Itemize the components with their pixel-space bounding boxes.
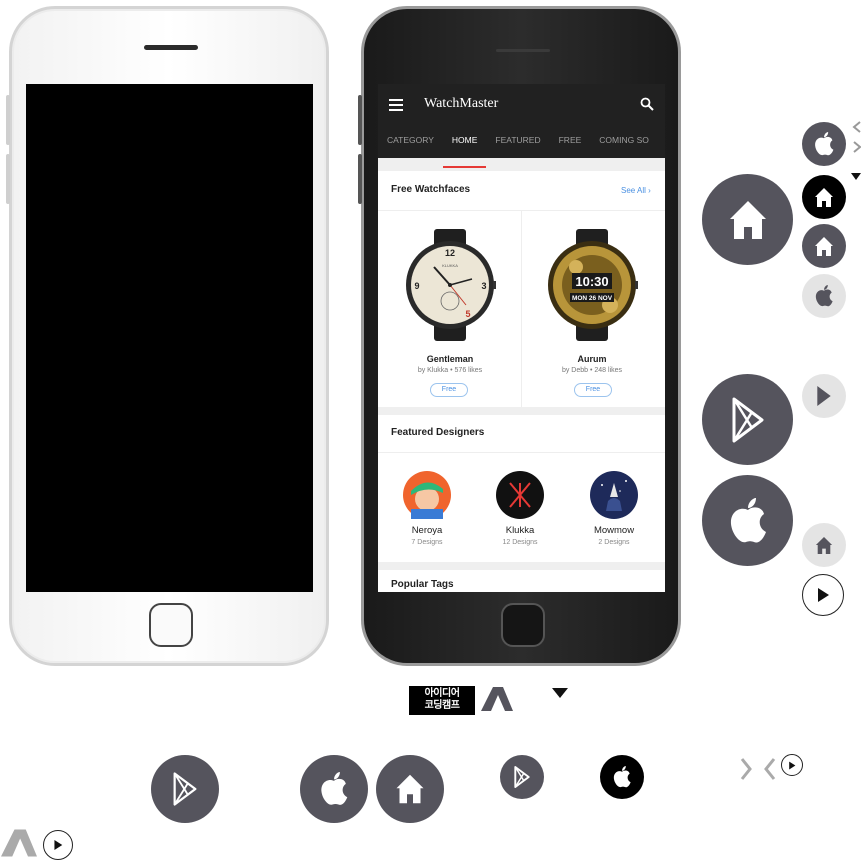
divider: [378, 452, 665, 453]
apple-icon[interactable]: [600, 755, 644, 799]
play-icon[interactable]: [43, 830, 73, 860]
brand-mark-icon: [481, 687, 513, 711]
designer-name: Neroya: [411, 525, 443, 536]
menu-icon[interactable]: [389, 99, 403, 111]
designer-avatar: [590, 471, 638, 519]
home-icon[interactable]: [376, 755, 444, 823]
free-watchfaces-section: Free Watchfaces See All › 12 3 9 5 KLUKK…: [378, 171, 665, 407]
tab-category[interactable]: CATEGORY: [378, 132, 443, 158]
play-icon[interactable]: [781, 754, 803, 776]
designer-count: 7 Designs: [411, 539, 443, 546]
home-icon[interactable]: [802, 175, 846, 219]
volume-button: [358, 154, 362, 204]
designer-avatar: [496, 471, 544, 519]
svg-text:3: 3: [481, 281, 486, 291]
home-icon[interactable]: [802, 224, 846, 268]
play-store-icon[interactable]: [702, 374, 793, 465]
see-all-link[interactable]: See All ›: [621, 186, 651, 195]
svg-text:MON 26 NOV: MON 26 NOV: [572, 295, 613, 302]
apple-icon[interactable]: [702, 475, 793, 566]
free-badge-button[interactable]: Free: [574, 383, 612, 397]
watchface-card-gentleman[interactable]: 12 3 9 5 KLUKKA Gentleman by Klukka • 57…: [378, 211, 521, 407]
section-title: Free Watchfaces: [391, 184, 471, 195]
black-phone-mockup: WatchMaster CATEGORY HOME FEATURED FREE …: [358, 6, 681, 666]
phone-screen-blank: [26, 84, 313, 592]
home-icon[interactable]: [702, 174, 793, 265]
svg-text:5: 5: [465, 309, 470, 319]
home-button[interactable]: [149, 603, 193, 647]
play-store-icon[interactable]: [151, 755, 219, 823]
volume-button: [6, 154, 10, 204]
tab-free[interactable]: FREE: [550, 132, 591, 158]
play-store-icon[interactable]: [802, 374, 846, 418]
volume-button: [6, 95, 10, 145]
tab-featured[interactable]: FEATURED: [486, 132, 549, 158]
designer-name: Klukka: [505, 525, 535, 536]
caret-down-icon: [552, 688, 568, 698]
earpiece-speaker: [496, 49, 550, 52]
brand-logo: 아이디어 코딩캠프: [409, 686, 475, 715]
app-title: WatchMaster: [424, 96, 499, 111]
app-screen: WatchMaster CATEGORY HOME FEATURED FREE …: [378, 84, 665, 592]
watch-gentleman-image: 12 3 9 5 KLUKKA: [406, 229, 496, 341]
watch-name: Gentleman: [426, 354, 474, 364]
svg-text:KLUKKA: KLUKKA: [442, 263, 458, 268]
apple-icon[interactable]: [802, 122, 846, 166]
brand-mark-icon: [1, 829, 37, 857]
home-button[interactable]: [501, 603, 545, 647]
designer-count: 12 Designs: [502, 539, 538, 546]
chevron-icon[interactable]: [852, 120, 861, 156]
earpiece-speaker: [144, 45, 198, 50]
section-title: Featured Designers: [391, 427, 485, 438]
svg-text:12: 12: [445, 248, 455, 258]
popular-tags-section: Popular Tags: [378, 570, 665, 592]
tab-bar: CATEGORY HOME FEATURED FREE COMING SO: [378, 132, 665, 168]
section-title: Popular Tags: [391, 579, 454, 590]
watch-meta: by Klukka • 576 likes: [417, 367, 483, 374]
caret-down-icon: [851, 173, 861, 180]
watch-name: Aurum: [577, 354, 607, 364]
featured-designers-section: Featured Designers Neroya 7 Designs Kluk…: [378, 415, 665, 562]
watch-aurum-image: 10:30 MON 26 NOV: [548, 229, 638, 341]
tab-home[interactable]: HOME: [442, 132, 487, 168]
home-icon[interactable]: [802, 523, 846, 567]
white-phone-mockup: [6, 6, 329, 666]
search-icon[interactable]: [640, 97, 654, 111]
svg-text:10:30: 10:30: [575, 274, 608, 289]
apple-icon[interactable]: [300, 755, 368, 823]
apple-icon[interactable]: [802, 274, 846, 318]
play-store-icon[interactable]: [500, 755, 544, 799]
designer-avatar: [403, 471, 451, 519]
chevron-icon[interactable]: [740, 756, 776, 782]
app-bar: WatchMaster CATEGORY HOME FEATURED FREE …: [378, 84, 665, 168]
designer-count: 2 Designs: [598, 539, 630, 546]
volume-button: [358, 95, 362, 145]
play-icon[interactable]: [802, 574, 844, 616]
watch-meta: by Debb • 248 likes: [561, 367, 623, 374]
svg-text:9: 9: [414, 281, 419, 291]
watchface-card-aurum[interactable]: 10:30 MON 26 NOV Aurum by Debb • 248 lik…: [522, 211, 665, 407]
designer-name: Mowmow: [593, 525, 635, 536]
free-badge-button[interactable]: Free: [430, 383, 468, 397]
tab-coming-soon[interactable]: COMING SO: [590, 132, 658, 158]
